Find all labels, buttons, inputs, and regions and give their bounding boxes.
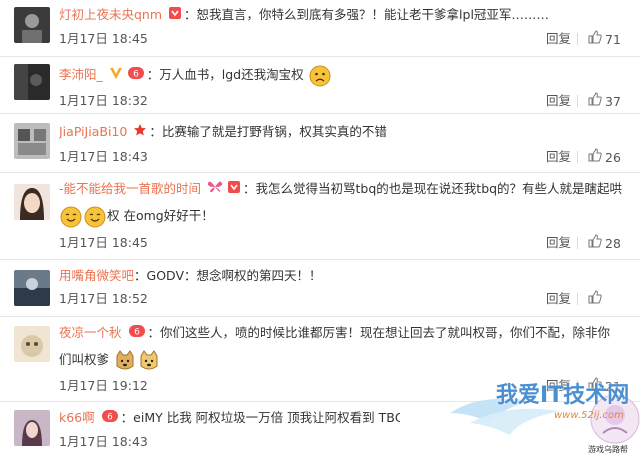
reply-button[interactable]: 回复 <box>546 234 571 252</box>
divider <box>577 33 578 45</box>
star-badge-icon <box>133 120 147 146</box>
doge-emoji-icon <box>138 349 160 372</box>
comment-text: 比赛输了就是打野背锅，权其实真的不错 <box>161 124 387 139</box>
commenter-name[interactable]: 灯初上夜未央qnm <box>59 7 162 22</box>
avatar[interactable] <box>14 64 50 100</box>
divider <box>577 237 578 249</box>
vip-badge-icon <box>227 177 241 203</box>
vip-badge-icon: 6 <box>128 321 146 347</box>
commenter-name[interactable]: k66啊 <box>59 410 95 425</box>
svg-text:6: 6 <box>133 69 139 79</box>
avatar[interactable] <box>14 270 50 306</box>
comment-time: 1月17日 18:45 <box>59 31 148 46</box>
comment-text-continued: 权 在omg好好干！ <box>107 208 214 223</box>
butterfly-badge-icon <box>207 177 223 203</box>
comment-item: JiaPiJiaBi10 ：比赛输了就是打野背锅，权其实真的不错 1月17日 1… <box>0 114 640 173</box>
doge-emoji-icon <box>114 349 136 372</box>
avatar[interactable] <box>14 184 50 220</box>
comment-text: 恕我直言，你特么到底有多强？！能让老干爹拿lpl冠亚军……… <box>196 7 549 22</box>
divider <box>577 293 578 305</box>
like-count: 28 <box>605 235 621 251</box>
comment-text: eiMY 比我 阿权垃圾一万倍 顶我让阿权看到 TBQ TBQ！！ <box>133 410 400 425</box>
commenter-name[interactable]: 夜凉一个秋 <box>59 325 122 340</box>
comment-time: 1月17日 18:43 <box>59 434 148 449</box>
avatar[interactable] <box>14 7 50 43</box>
like-button[interactable]: 71 <box>588 30 621 49</box>
divider <box>577 151 578 163</box>
comment-text: 我怎么觉得当初骂tbq的也是现在说还我tbq的？有些人就是瞎起哄 <box>255 181 623 196</box>
like-count: 37 <box>605 93 621 109</box>
reply-button[interactable]: 回复 <box>546 290 571 308</box>
like-count: 26 <box>605 149 621 165</box>
comment-item: 李沛阳_ 6 ：万人血书，lgd还我淘宝权 1月17日 18:32 回复 37 <box>0 57 640 114</box>
thumbs-up-icon <box>588 234 602 253</box>
comment-time: 1月17日 18:45 <box>59 235 148 250</box>
comment-item: 灯初上夜未央qnm ：恕我直言，你特么到底有多强？！能让老干爹拿lpl冠亚军……… <box>0 0 640 57</box>
vip-badge-icon: 6 <box>101 406 119 432</box>
commenter-name[interactable]: 李沛阳_ <box>59 67 103 82</box>
avatar[interactable] <box>14 123 50 159</box>
comment-text-continued: 们叫权爹 <box>59 352 110 367</box>
smile-face-emoji-icon <box>84 206 106 228</box>
thumbs-up-icon <box>588 148 602 167</box>
site-watermark: 我爱IT技术网 www.52ij.com 游戏乌路帮 <box>410 383 640 461</box>
smile-face-emoji-icon <box>60 206 82 228</box>
like-button[interactable]: 37 <box>588 92 621 111</box>
comment-time: 1月17日 18:43 <box>59 149 148 164</box>
comment-item: 用嘴角微笑吧：GODV：想念啊权的第四天！！ 1月17日 18:52 回复 <box>0 260 640 317</box>
like-button[interactable]: 28 <box>588 234 621 253</box>
thumbs-up-icon <box>588 92 602 111</box>
like-button[interactable] <box>588 290 605 309</box>
reply-button[interactable]: 回复 <box>546 30 571 48</box>
avatar[interactable] <box>14 410 50 446</box>
commenter-name[interactable]: JiaPiJiaBi10 <box>59 124 127 139</box>
vip-badge-icon: 6 <box>127 63 145 89</box>
like-button[interactable]: 26 <box>588 148 621 167</box>
thumbs-up-icon <box>588 30 602 49</box>
comment-text: 你们这些人，喷的时候比谁都厉害！现在想让回去了就叫权哥，你们不配，除非你 <box>160 325 611 340</box>
comment-time: 1月17日 19:12 <box>59 378 148 393</box>
reply-button[interactable]: 回复 <box>546 148 571 166</box>
svg-text:6: 6 <box>134 327 140 337</box>
watermark-title: 我爱IT技术网 <box>496 383 630 408</box>
like-count: 71 <box>605 31 621 47</box>
thumbs-up-icon <box>588 290 602 309</box>
verified-v-icon <box>109 63 123 89</box>
commenter-name[interactable]: 用嘴角微笑吧 <box>59 268 134 283</box>
divider <box>577 95 578 107</box>
reply-button[interactable]: 回复 <box>546 92 571 110</box>
comment-text: 万人血书，lgd还我淘宝权 <box>159 67 304 82</box>
comment-item: -能不能给我一首歌的时间 ：我怎么觉得当初骂tbq的也是现在说还我tbq的？有些… <box>0 173 640 260</box>
commenter-name[interactable]: -能不能给我一首歌的时间 <box>59 181 201 196</box>
watermark-url: www.52ij.com <box>554 410 624 421</box>
comment-time: 1月17日 18:52 <box>59 291 148 306</box>
avatar[interactable] <box>14 326 50 362</box>
svg-text:6: 6 <box>107 412 113 422</box>
vip-badge-icon <box>168 3 182 29</box>
watermark-subtitle: 游戏乌路帮 <box>588 445 628 454</box>
sad-face-emoji-icon <box>309 65 331 87</box>
comment-time: 1月17日 18:32 <box>59 93 148 108</box>
comment-text: GODV：想念啊权的第四天！！ <box>146 268 322 283</box>
